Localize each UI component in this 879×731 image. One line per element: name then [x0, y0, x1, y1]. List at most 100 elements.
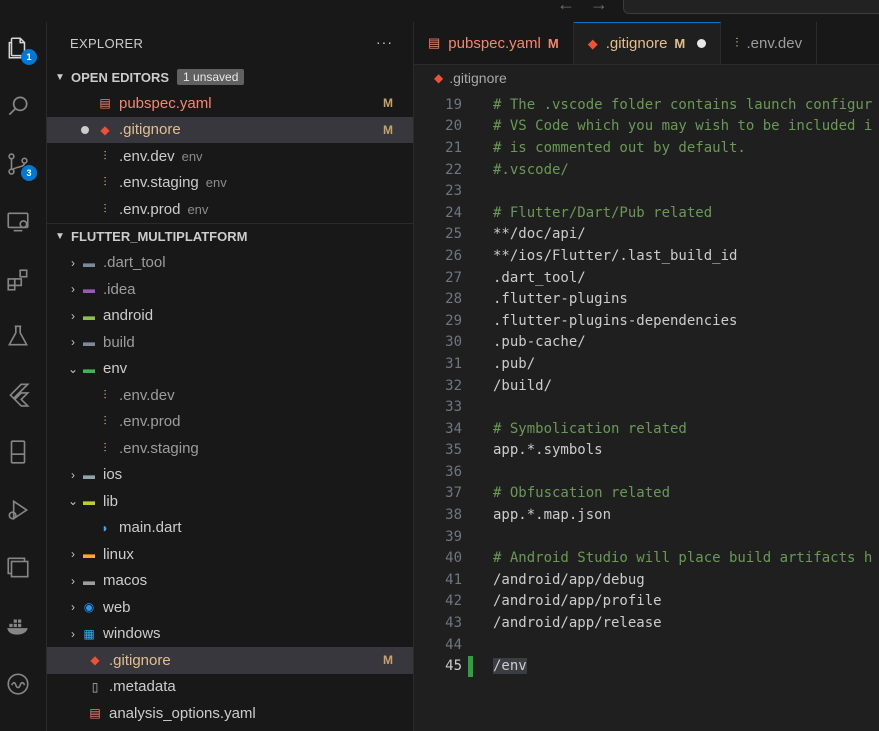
tree-item-folder[interactable]: › ▬ macos [47, 568, 413, 595]
tab-env-dev[interactable]: ⫶ .env.dev [721, 22, 818, 64]
gutter [468, 245, 473, 266]
tree-item-folder[interactable]: › ▬ .dart_tool [47, 250, 413, 277]
modified-mark: M [383, 653, 393, 668]
project-section[interactable]: ▼ FLUTTER_MULTIPLATFORM [47, 224, 413, 250]
open-editor-item[interactable]: ▤ pubspec.yaml M [47, 90, 413, 117]
open-editor-item[interactable]: ⫶ .env.staging env [47, 170, 413, 197]
project-title: FLUTTER_MULTIPLATFORM [71, 229, 248, 244]
extensions-icon[interactable] [4, 266, 32, 294]
chevron-down-icon: ▼ [55, 231, 65, 242]
dart-file-icon: ◗ [101, 520, 109, 535]
explorer-icon[interactable]: 1 [4, 34, 37, 65]
code-line[interactable]: 41/android/app/debug [414, 569, 879, 591]
code-line[interactable]: 25 **/doc/api/ [414, 224, 879, 246]
code-line[interactable]: 44 [414, 634, 879, 656]
code-line[interactable]: 39 [414, 526, 879, 548]
code-line[interactable]: 40 # Android Studio will place build arti… [414, 547, 879, 569]
remote-explorer-icon[interactable] [4, 208, 32, 236]
gutter [468, 569, 473, 590]
code-line[interactable]: 20 # VS Code which you may wish to be inc… [414, 116, 879, 138]
code-line[interactable]: 22 #.vscode/ [414, 159, 879, 181]
tree-item-file[interactable]: ▯ .metadata [47, 674, 413, 701]
unsaved-dot-icon[interactable] [81, 125, 89, 134]
code-line[interactable]: 31 .pub/ [414, 353, 879, 375]
open-editor-item[interactable]: ◆ .gitignore M [47, 116, 413, 143]
tree-item-folder[interactable]: › ◉ web [47, 594, 413, 621]
chevron-right-icon: › [71, 600, 75, 615]
tree-item-file[interactable]: ⫶ .env.prod [47, 409, 413, 436]
open-editor-item[interactable]: ⫶ .env.prod env [47, 196, 413, 223]
tree-item-folder[interactable]: ⌄ ▬ env [47, 356, 413, 383]
tab-pubspec[interactable]: ▤ pubspec.yaml M [414, 22, 574, 64]
tree-item-file[interactable]: ◗ main.dart [47, 515, 413, 542]
code-line[interactable]: 32/build/ [414, 375, 879, 397]
open-editors-section[interactable]: ▼ OPEN EDITORS 1 unsaved [47, 64, 413, 90]
panels-icon[interactable] [4, 554, 32, 582]
code-line[interactable]: 42/android/app/profile [414, 591, 879, 613]
code-line[interactable]: 19 # The .vscode folder contains launch c… [414, 94, 879, 116]
testing-flask-icon[interactable] [4, 322, 32, 350]
tree-item-folder[interactable]: ⌄ ▬ lib [47, 488, 413, 515]
tree-item-file[interactable]: ⫶ .env.dev [47, 382, 413, 409]
tree-item-folder[interactable]: › ▬ android [47, 303, 413, 330]
device-icon[interactable] [4, 438, 32, 466]
open-editor-label: .env.prod [119, 200, 181, 218]
code-line[interactable]: 30 .pub-cache/ [414, 332, 879, 354]
open-editor-label: pubspec.yaml [119, 94, 212, 112]
tree-item-file[interactable]: ◆ .gitignore M [47, 647, 413, 674]
tab-gitignore[interactable]: ◆ .gitignore M [573, 22, 722, 64]
code-line[interactable]: 37 # Obfuscation related [414, 483, 879, 505]
search-icon[interactable] [4, 92, 32, 120]
tree-item-folder[interactable]: › ▦ windows [47, 621, 413, 648]
code-line[interactable]: 21 # is commented out by default. [414, 137, 879, 159]
code-text: /android/app/profile [493, 593, 662, 610]
code-line[interactable]: 26 **/ios/Flutter/.last_build_id [414, 245, 879, 267]
forward-arrow-icon[interactable]: → [590, 0, 608, 15]
tree-item-folder[interactable]: › ▬ .idea [47, 276, 413, 303]
code-line[interactable]: 43/android/app/release [414, 612, 879, 634]
flutter-icon[interactable] [4, 380, 32, 408]
unsaved-dot-icon[interactable] [697, 39, 707, 48]
code-line[interactable]: 38 app.*.map.json [414, 504, 879, 526]
code-line[interactable]: 34 # Symbolication related [414, 418, 879, 440]
code-line[interactable]: 35 app.*.symbols [414, 440, 879, 462]
code-line[interactable]: 27 .dart_tool/ [414, 267, 879, 289]
code-line[interactable]: 45/env [414, 655, 879, 677]
open-editor-item[interactable]: ⫶ .env.dev env [47, 143, 413, 170]
command-center-search[interactable] [623, 0, 879, 14]
tab-label: pubspec.yaml [448, 34, 541, 52]
tree-item-file[interactable]: ▤ analysis_options.yaml [47, 700, 413, 727]
gutter [468, 461, 473, 482]
chevron-right-icon: › [71, 626, 75, 641]
activity-bar: 1 3 [0, 22, 47, 731]
tree-item-folder[interactable]: › ▬ ios [47, 462, 413, 489]
back-arrow-icon[interactable]: ← [557, 0, 575, 15]
line-number: 25 [445, 226, 462, 243]
code-line[interactable]: 29 .flutter-plugins-dependencies [414, 310, 879, 332]
code-line[interactable]: 36 [414, 461, 879, 483]
run-debug-icon[interactable] [4, 496, 32, 524]
source-control-icon[interactable]: 3 [4, 150, 37, 181]
tree-item-folder[interactable]: › ▬ linux [47, 541, 413, 568]
timeline-wave-icon[interactable] [4, 670, 32, 698]
tree-item-label: ios [103, 466, 123, 484]
gutter [468, 397, 473, 418]
code-line[interactable]: 24 # Flutter/Dart/Pub related [414, 202, 879, 224]
more-actions-icon[interactable]: ··· [376, 34, 393, 50]
line-number: 45 [445, 658, 462, 675]
env-folder-open-icon: ▬ [83, 361, 95, 376]
code-editor[interactable]: 19 # The .vscode folder contains launch c… [414, 94, 879, 677]
breadcrumb[interactable]: ◆ .gitignore [414, 65, 879, 90]
android-folder-icon: ▬ [83, 308, 95, 323]
git-file-icon: ◆ [90, 653, 100, 668]
open-editor-label: .env.dev [119, 147, 175, 165]
gutter [468, 526, 473, 547]
code-line[interactable]: 33 [414, 396, 879, 418]
docker-icon[interactable] [4, 612, 32, 640]
line-number: 39 [445, 528, 462, 545]
line-number: 27 [445, 269, 462, 286]
tree-item-folder[interactable]: › ▬ build [47, 329, 413, 356]
code-line[interactable]: 23 [414, 180, 879, 202]
code-line[interactable]: 28 .flutter-plugins [414, 288, 879, 310]
tree-item-file[interactable]: ⫶ .env.staging [47, 435, 413, 462]
